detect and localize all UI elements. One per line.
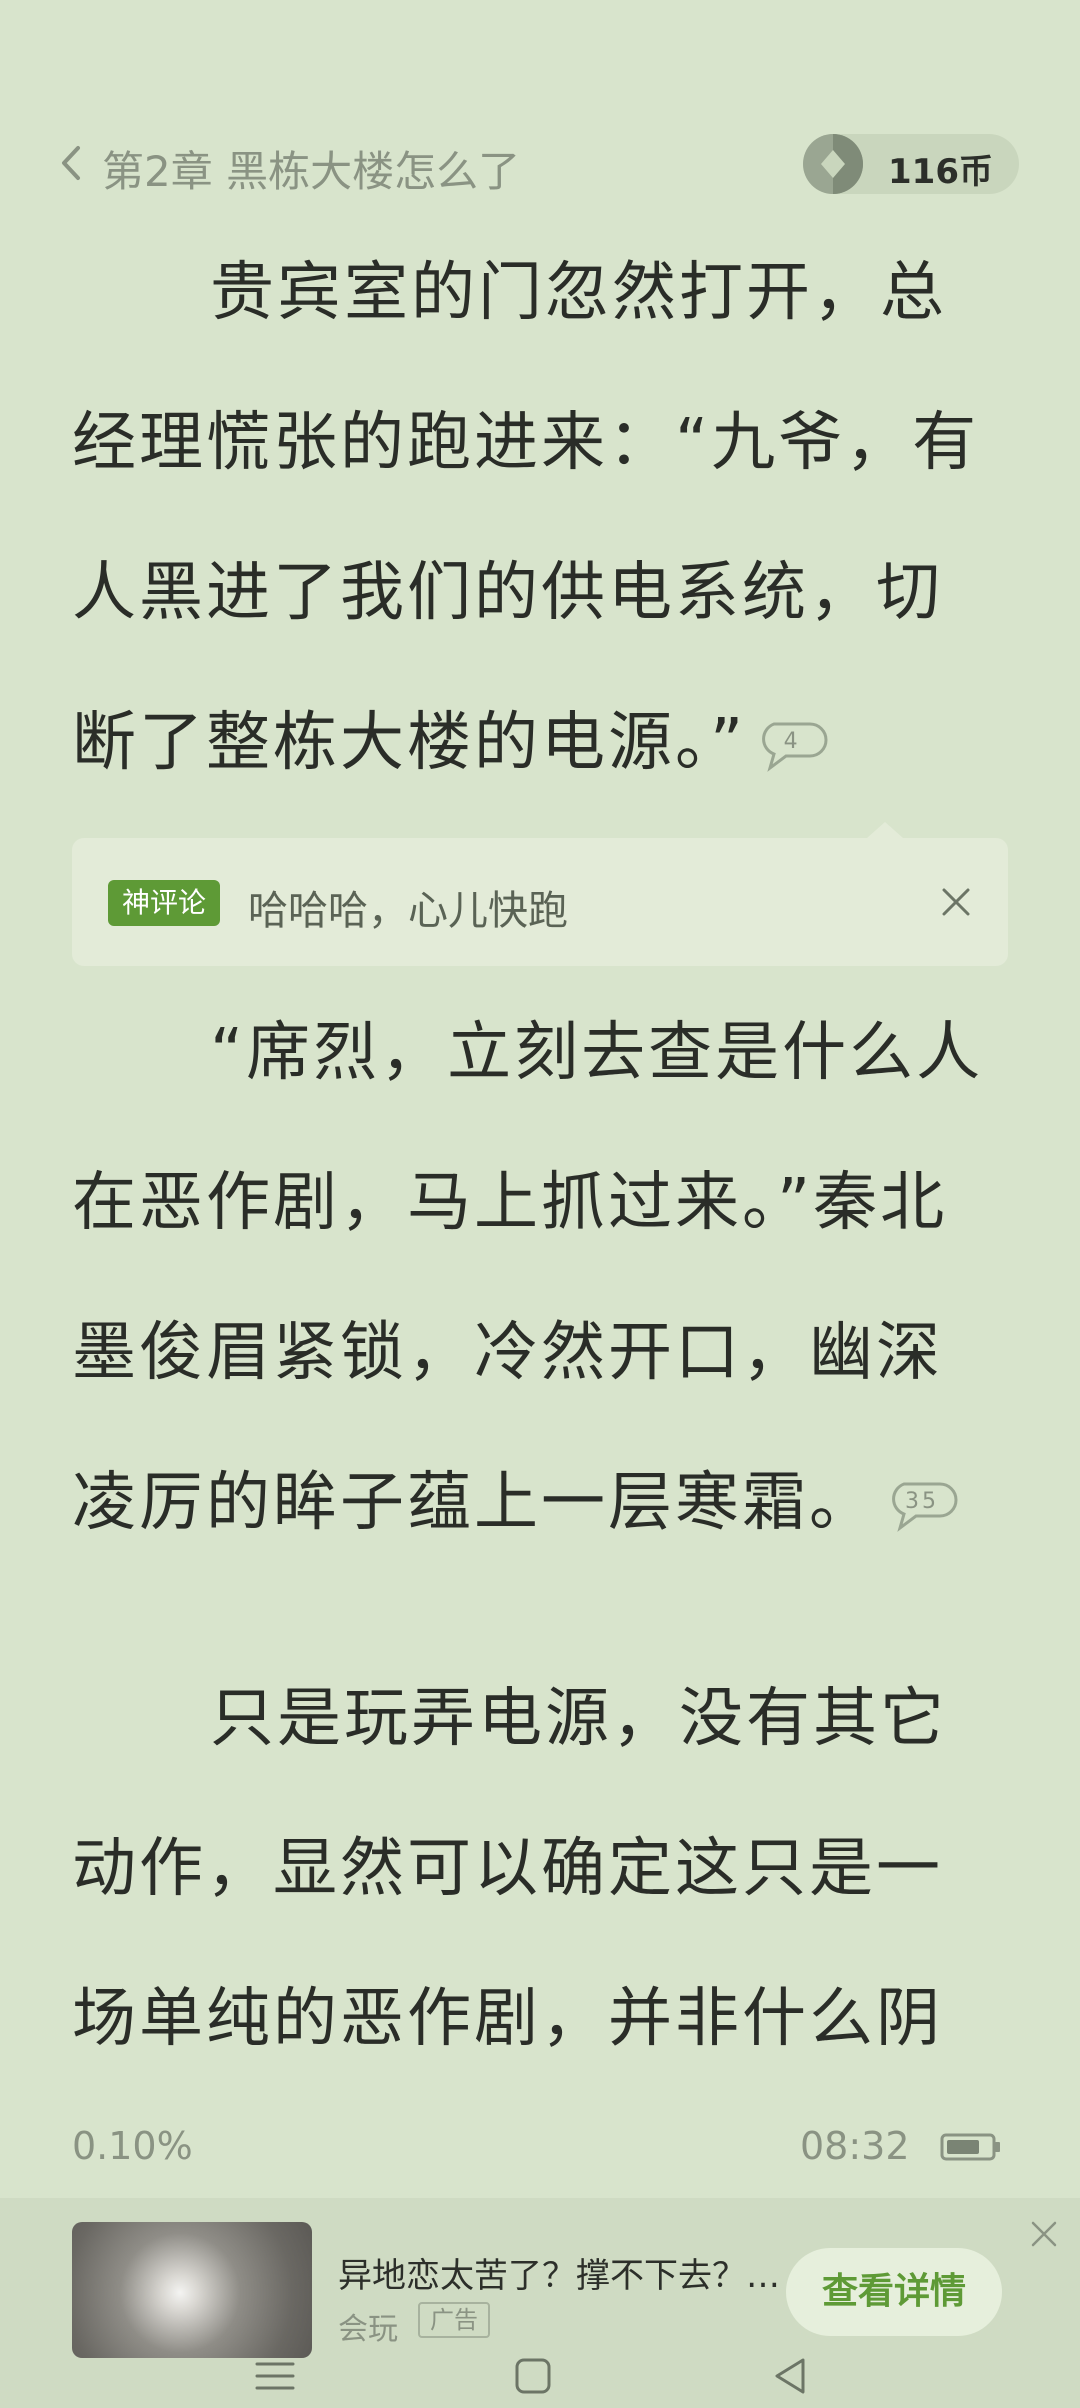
text-line: 场单纯的恶作剧，并非什么阴: [72, 1982, 943, 2056]
close-icon[interactable]: [1028, 2218, 1060, 2250]
battery-icon: [940, 2133, 1000, 2161]
back-triangle-icon[interactable]: [769, 2354, 813, 2398]
text-line: 贵宾室的门忽然打开，总: [210, 256, 947, 330]
hot-comment-card[interactable]: 神评论 哈哈哈，心儿快跑: [72, 822, 1008, 966]
comment-count-button[interactable]: 4: [756, 720, 828, 773]
paragraph-1: 贵宾室的门忽然打开，总 经理慌张的跑进来：“九爷，有 人黑进了我们的供电系统，切…: [72, 218, 1008, 818]
text-line: 动作，显然可以确定这只是一: [72, 1832, 943, 1906]
comment-count-button[interactable]: 35: [886, 1480, 958, 1533]
paragraph-2: “席烈，立刻去查是什么人 在恶作剧，马上抓过来。”秦北 墨俊眉紧锁，冷然开口，幽…: [72, 978, 1008, 1578]
text-line: 墨俊眉紧锁，冷然开口，幽深: [72, 1316, 943, 1390]
reading-progress: 0.10%: [72, 2124, 193, 2168]
text-line: 在恶作剧，马上抓过来。”秦北: [72, 1166, 948, 1240]
coin-balance-button[interactable]: 116币: [803, 134, 1019, 194]
text-line: 经理慌张的跑进来：“九爷，有: [72, 406, 980, 480]
close-icon[interactable]: [932, 878, 980, 926]
reader-header: 第2章 黑栋大楼怎么了 116币: [0, 120, 1080, 210]
comment-count: 35: [905, 1489, 939, 1515]
coin-icon: [803, 134, 863, 194]
coin-count: 116币: [888, 152, 993, 192]
comment-notch: [867, 822, 903, 838]
chevron-left-icon: [62, 146, 80, 180]
hot-comment-text: 哈哈哈，心儿快跑: [248, 888, 568, 934]
ad-details-button[interactable]: 查看详情: [786, 2248, 1002, 2336]
comment-count: 4: [783, 729, 801, 755]
ad-tag: 广告: [418, 2302, 490, 2338]
home-icon[interactable]: [511, 2354, 555, 2398]
clock-time: 08:32: [800, 2124, 910, 2168]
paragraph-3: 只是玩弄电源，没有其它 动作，显然可以确定这只是一 场单纯的恶作剧，并非什么阴: [72, 1644, 1008, 2094]
hot-comment-badge: 神评论: [108, 880, 221, 926]
ad-source: 会玩: [338, 2312, 398, 2347]
battery-fill: [947, 2140, 979, 2154]
text-line: 凌厉的眸子蕴上一层寒霜。 35: [72, 1428, 1008, 1578]
text-line: 人黑进了我们的供电系统，切: [72, 556, 943, 630]
system-nav-bar: [0, 2348, 1080, 2408]
chapter-title[interactable]: 第2章 黑栋大楼怎么了: [102, 138, 520, 199]
ad-thumbnail[interactable]: [72, 2222, 312, 2358]
back-button[interactable]: [52, 140, 92, 186]
text-line: “席烈，立刻去查是什么人: [210, 1016, 984, 1090]
text-line: 断了整栋大楼的电源。” 4: [72, 668, 1008, 818]
menu-icon[interactable]: [253, 2354, 297, 2398]
ad-title[interactable]: 异地恋太苦了？撑不下去？…: [338, 2248, 780, 2297]
text-line: 只是玩弄电源，没有其它: [210, 1682, 947, 1756]
